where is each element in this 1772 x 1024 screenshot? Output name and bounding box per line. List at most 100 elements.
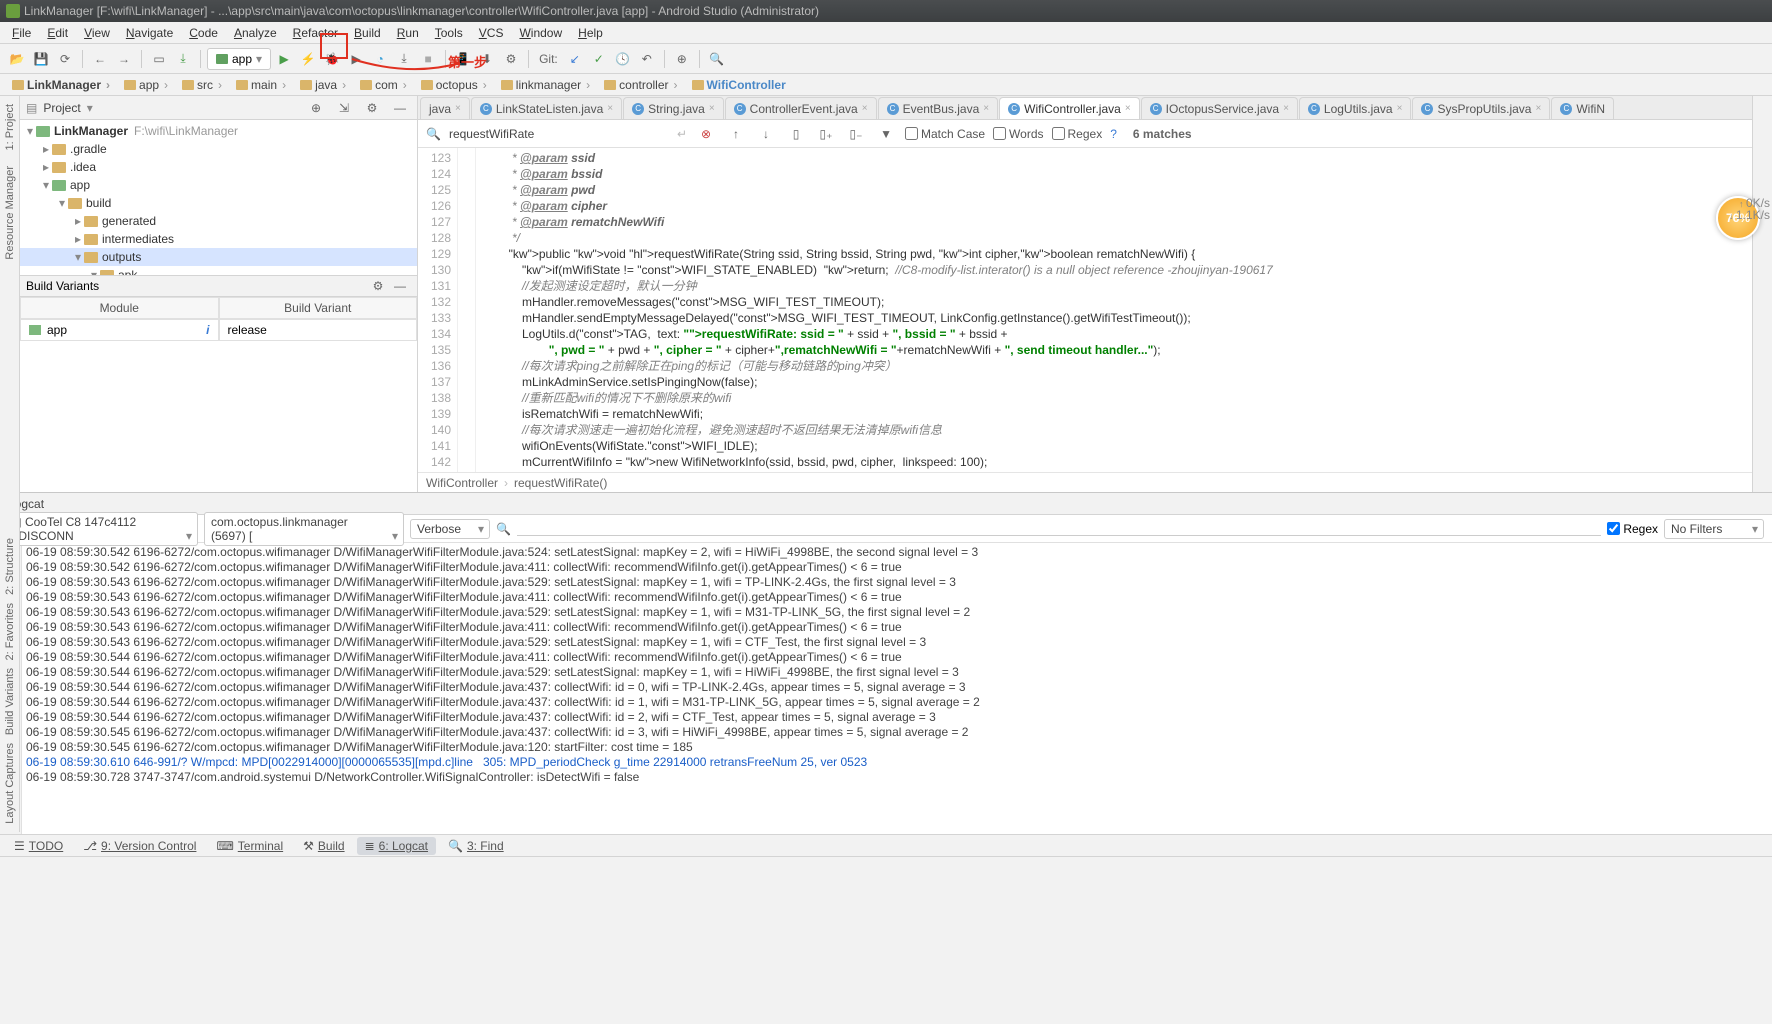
help-icon[interactable]: ? bbox=[1110, 127, 1117, 141]
status-tab-3-find[interactable]: 🔍 3: Find bbox=[440, 837, 512, 855]
filter-icon[interactable]: ▼ bbox=[875, 123, 897, 145]
status-tab-terminal[interactable]: ⌨ Terminal bbox=[208, 837, 291, 855]
locate-icon[interactable]: ⊕ bbox=[671, 48, 693, 70]
strip-structure[interactable]: 2: Structure bbox=[4, 538, 16, 595]
coverage-icon[interactable]: ▶ bbox=[345, 48, 367, 70]
crumb-controller[interactable]: controller› bbox=[598, 77, 683, 93]
logcat-output[interactable]: 06-19 08:59:30.542 6196-6272/com.octopus… bbox=[22, 543, 1772, 834]
add-sel-icon[interactable]: ▯₊ bbox=[815, 123, 837, 145]
git-revert-icon[interactable]: ↶ bbox=[636, 48, 658, 70]
tab-sysproputils-java[interactable]: CSysPropUtils.java× bbox=[1412, 97, 1550, 119]
device-select[interactable]: ▯ CooTel C8 147c4112 [DISCONN bbox=[8, 512, 198, 546]
menu-refactor[interactable]: Refactor bbox=[285, 24, 346, 42]
expand-icon[interactable]: ⇲ bbox=[333, 97, 355, 119]
run-config-combo[interactable]: app ▾ bbox=[207, 48, 271, 70]
crumb-com[interactable]: com› bbox=[354, 77, 413, 93]
prev-icon[interactable]: ↑ bbox=[725, 123, 747, 145]
crumb-main[interactable]: main› bbox=[230, 77, 292, 93]
tree-node-generated[interactable]: ▸generated bbox=[20, 212, 417, 230]
status-tab-6-logcat[interactable]: ≣ 6: Logcat bbox=[357, 837, 436, 855]
git-update-icon[interactable]: ↙ bbox=[564, 48, 586, 70]
menu-edit[interactable]: Edit bbox=[39, 24, 76, 42]
menu-navigate[interactable]: Navigate bbox=[118, 24, 181, 42]
table-row[interactable]: appi release bbox=[20, 319, 417, 341]
tab-eventbus-java[interactable]: CEventBus.java× bbox=[878, 97, 999, 119]
sync-icon[interactable]: ⤓ bbox=[172, 48, 194, 70]
crumb-octopus[interactable]: octopus› bbox=[415, 77, 493, 93]
menu-tools[interactable]: Tools bbox=[427, 24, 471, 42]
close-icon[interactable]: ⊗ bbox=[695, 123, 717, 145]
menu-window[interactable]: Window bbox=[511, 24, 570, 42]
filter-select[interactable]: No Filters bbox=[1664, 519, 1764, 539]
gear-icon[interactable]: ⚙ bbox=[367, 275, 389, 297]
status-tab-build[interactable]: ⚒ Build bbox=[295, 837, 352, 855]
code-editor[interactable]: 1231241251261271281291301311321331341351… bbox=[418, 148, 1752, 472]
debug-icon[interactable]: 🐞 bbox=[321, 48, 343, 70]
stop-icon[interactable]: ■ bbox=[417, 48, 439, 70]
menu-vcs[interactable]: VCS bbox=[471, 24, 512, 42]
git-history-icon[interactable]: 🕓 bbox=[612, 48, 634, 70]
status-tab-todo[interactable]: ☰ TODO bbox=[6, 837, 71, 855]
menu-view[interactable]: View bbox=[76, 24, 118, 42]
remove-sel-icon[interactable]: ▯₋ bbox=[845, 123, 867, 145]
status-tab-9-version-control[interactable]: ⎇ 9: Version Control bbox=[75, 837, 204, 855]
select-all-icon[interactable]: ▯ bbox=[785, 123, 807, 145]
info-icon[interactable]: i bbox=[206, 323, 209, 337]
menu-run[interactable]: Run bbox=[389, 24, 427, 42]
logcat-search[interactable] bbox=[517, 521, 1601, 536]
crumb-linkmanager[interactable]: LinkManager› bbox=[6, 77, 116, 93]
menu-build[interactable]: Build bbox=[346, 24, 389, 42]
menu-analyze[interactable]: Analyze bbox=[226, 24, 285, 42]
match-case-check[interactable]: Match Case bbox=[905, 127, 985, 141]
project-tree[interactable]: ▾ LinkManager F:\wifi\LinkManager ▸.grad… bbox=[20, 120, 417, 275]
avd-icon[interactable]: 📱 bbox=[452, 48, 474, 70]
tab-wificontroller-java[interactable]: CWifiController.java× bbox=[999, 97, 1140, 119]
search-icon[interactable]: 🔍 bbox=[706, 48, 728, 70]
tree-node-app[interactable]: ▾app bbox=[20, 176, 417, 194]
tab-java[interactable]: java× bbox=[420, 97, 470, 119]
refresh-icon[interactable]: ⟳ bbox=[54, 48, 76, 70]
apply-changes-icon[interactable]: ⚡ bbox=[297, 48, 319, 70]
process-select[interactable]: com.octopus.linkmanager (5697) [ bbox=[204, 512, 404, 546]
find-input[interactable] bbox=[449, 127, 669, 141]
strip-resource-manager[interactable]: Resource Manager bbox=[4, 162, 16, 264]
profiler-icon[interactable]: ◔ bbox=[369, 48, 391, 70]
strip-layout-captures[interactable]: Layout Captures bbox=[4, 743, 16, 824]
strip-build-variants[interactable]: Build Variants bbox=[4, 668, 16, 735]
crumb-linkmanager[interactable]: linkmanager› bbox=[495, 77, 596, 93]
menu-help[interactable]: Help bbox=[570, 24, 611, 42]
tab-logutils-java[interactable]: CLogUtils.java× bbox=[1299, 97, 1412, 119]
logcat-regex-check[interactable]: Regex bbox=[1607, 522, 1658, 536]
tree-node-.idea[interactable]: ▸.idea bbox=[20, 158, 417, 176]
back-icon[interactable]: ← bbox=[89, 48, 111, 70]
tree-node-build[interactable]: ▾build bbox=[20, 194, 417, 212]
level-select[interactable]: Verbose bbox=[410, 519, 490, 539]
forward-icon[interactable]: → bbox=[113, 48, 135, 70]
tree-node-apk[interactable]: ▾apk bbox=[20, 266, 417, 275]
tab-linkstatelisten-java[interactable]: CLinkStateListen.java× bbox=[471, 97, 622, 119]
menu-code[interactable]: Code bbox=[181, 24, 226, 42]
hide-icon[interactable]: — bbox=[389, 97, 411, 119]
save-icon[interactable]: 💾 bbox=[30, 48, 52, 70]
crumb-src[interactable]: src› bbox=[176, 77, 228, 93]
strip-favorites[interactable]: 2: Favorites bbox=[4, 603, 16, 660]
regex-check[interactable]: Regex bbox=[1052, 127, 1103, 141]
strip-project[interactable]: 1: Project bbox=[4, 100, 16, 154]
next-icon[interactable]: ↓ bbox=[755, 123, 777, 145]
target-icon[interactable]: ⊕ bbox=[305, 97, 327, 119]
tree-node-outputs[interactable]: ▾outputs bbox=[20, 248, 417, 266]
tree-node-intermediates[interactable]: ▸intermediates bbox=[20, 230, 417, 248]
sdk-icon[interactable]: ⬇ bbox=[476, 48, 498, 70]
crumb-wificontroller[interactable]: WifiController bbox=[686, 77, 792, 93]
tab-string-java[interactable]: CString.java× bbox=[623, 97, 724, 119]
tree-node-.gradle[interactable]: ▸.gradle bbox=[20, 140, 417, 158]
tab-wifin[interactable]: CWifiN bbox=[1551, 97, 1614, 119]
run-icon[interactable]: ▶ bbox=[273, 48, 295, 70]
device-icon[interactable]: ▭ bbox=[148, 48, 170, 70]
attach-icon[interactable]: ⤓ bbox=[393, 48, 415, 70]
hide-icon[interactable]: — bbox=[389, 275, 411, 297]
tab-controllerevent-java[interactable]: CControllerEvent.java× bbox=[725, 97, 877, 119]
gear-icon[interactable]: ⚙ bbox=[500, 48, 522, 70]
words-check[interactable]: Words bbox=[993, 127, 1043, 141]
gear-icon[interactable]: ⚙ bbox=[361, 97, 383, 119]
